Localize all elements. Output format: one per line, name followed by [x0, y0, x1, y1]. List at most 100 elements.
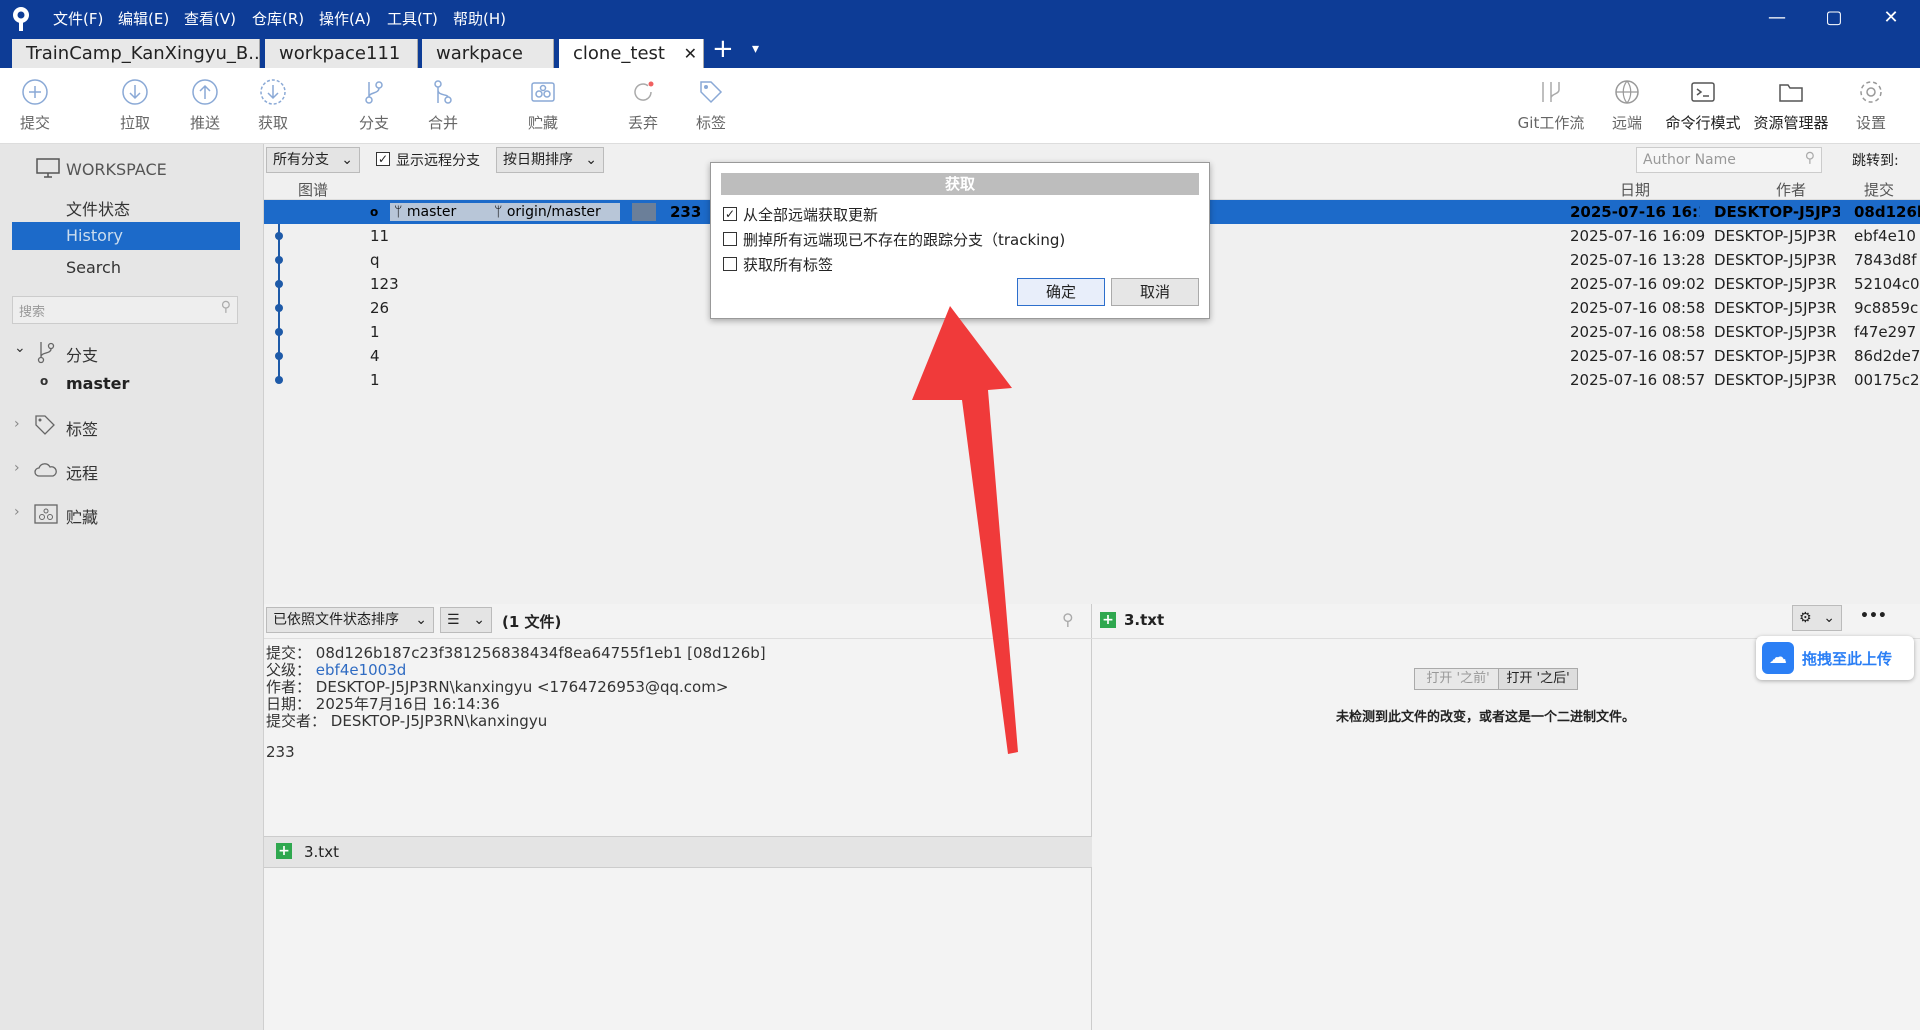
chevron-right-icon[interactable]: › [14, 416, 20, 432]
tab-workpace111[interactable]: workpace111 [265, 39, 418, 68]
commit-hash: 9c8859c [1854, 299, 1919, 317]
column-date[interactable]: 日期 [1620, 179, 1650, 200]
menu-edit[interactable]: 编辑(E) [118, 8, 169, 29]
chevron-right-icon[interactable]: › [14, 460, 20, 476]
branch-master[interactable]: master [66, 374, 129, 393]
menu-help[interactable]: 帮助(H) [453, 8, 506, 29]
commit-label: 提交 [19, 114, 50, 132]
branch-badge-origin-master[interactable]: ᛘ origin/master [490, 203, 620, 221]
menu-view[interactable]: 查看(V) [184, 8, 236, 29]
sort-dropdown[interactable]: 按日期排序 ⌄ [496, 147, 604, 173]
open-before-button[interactable]: 打开 '之前' [1414, 668, 1502, 690]
tab-clone-test[interactable]: clone_test ✕ [559, 39, 704, 68]
fetch-tags-checkbox[interactable] [723, 257, 737, 271]
stash-button[interactable]: 贮藏 [508, 78, 578, 133]
tags-group[interactable]: 标签 [66, 416, 98, 440]
show-remote-checkbox[interactable]: ✓ [376, 152, 390, 166]
sidebar-item-search[interactable]: Search [66, 258, 121, 277]
fetch-button[interactable]: 获取 [238, 78, 308, 133]
commit-hash: 00175c2 [1854, 371, 1920, 389]
jump-to-label[interactable]: 跳转到: [1852, 150, 1899, 170]
terminal-button[interactable]: 命令行模式 [1662, 78, 1744, 133]
changed-file-name: 3.txt [304, 843, 339, 861]
monitor-icon [36, 158, 60, 178]
push-label: 推送 [189, 114, 220, 132]
fetch-dialog: 获取 ✓ 从全部远端获取更新 删掉所有远端现已不存在的跟踪分支（tracking… [710, 162, 1210, 319]
sourcetree-logo-icon [13, 7, 29, 31]
menu-tools[interactable]: 工具(T) [387, 8, 438, 29]
remote-badge-icon [632, 203, 656, 221]
branch-badge-origin-label: origin/master [506, 204, 601, 220]
more-options-button[interactable]: ••• [1860, 608, 1887, 624]
file-sort-dropdown[interactable]: 已依照文件状态排序 ⌄ [266, 607, 434, 633]
open-after-button[interactable]: 打开 '之后' [1498, 668, 1578, 690]
fetch-all-remotes-checkbox[interactable]: ✓ [723, 207, 737, 221]
prune-tracking-checkbox[interactable] [723, 232, 737, 246]
git-flow-button[interactable]: Git工作流 [1516, 78, 1586, 133]
column-author[interactable]: 作者 [1776, 179, 1806, 200]
commit-date: 2025-07-16 08:58 [1570, 299, 1706, 317]
close-tab-icon[interactable]: ✕ [684, 39, 697, 68]
terminal-icon [1691, 82, 1715, 102]
branch-button[interactable]: 分支 [339, 78, 409, 133]
tag-button[interactable]: 标签 [676, 78, 746, 133]
commit-date: 2025-07-16 08:57 [1570, 347, 1706, 365]
stashes-group[interactable]: 贮藏 [66, 504, 98, 528]
sidebar-item-history[interactable]: History [12, 222, 240, 250]
chevron-down-icon: ⌄ [585, 152, 597, 168]
column-commit[interactable]: 提交 [1864, 179, 1894, 200]
merge-button[interactable]: 合并 [408, 78, 478, 133]
author-search-input[interactable]: Author Name ⚲ [1636, 147, 1822, 173]
menu-file[interactable]: 文件(F) [53, 8, 103, 29]
discard-button[interactable]: 丢弃 [608, 78, 678, 133]
commit-button[interactable]: 提交 [0, 78, 70, 133]
remotes-group[interactable]: 远程 [66, 460, 98, 484]
commit-message: 233 [670, 203, 702, 221]
sidebar-item-file-status[interactable]: 文件状态 [66, 196, 130, 220]
ok-button[interactable]: 确定 [1017, 278, 1105, 306]
sidebar-search-input[interactable]: 搜索 ⚲ [12, 296, 238, 324]
settings-button[interactable]: 设置 [1836, 78, 1906, 133]
add-tab-button[interactable]: + [712, 34, 734, 64]
menu-repo[interactable]: 仓库(R) [252, 8, 304, 29]
column-graph[interactable]: 图谱 [298, 179, 328, 200]
commit-row[interactable]: 1 2025-07-16 08:57 DESKTOP-J5JP3R 00175c… [264, 368, 1920, 392]
commit-author: DESKTOP-J5JP3R [1714, 227, 1837, 245]
explorer-button[interactable]: 资源管理器 [1750, 78, 1832, 133]
commit-row[interactable]: 4 2025-07-16 08:57 DESKTOP-J5JP3R 86d2de… [264, 344, 1920, 368]
chevron-down-icon[interactable]: ⌄ [14, 340, 26, 356]
branch-filter-value: 所有分支 [273, 152, 329, 168]
annotation-arrow [912, 306, 1018, 754]
menu-actions[interactable]: 操作(A) [319, 8, 371, 29]
push-button[interactable]: 推送 [170, 78, 240, 133]
commit-row[interactable]: 1 2025-07-16 08:58 DESKTOP-J5JP3R f47e29… [264, 320, 1920, 344]
diff-options-dropdown[interactable]: ⚙ ⌄ [1792, 605, 1842, 631]
explorer-label: 资源管理器 [1753, 114, 1829, 132]
upload-drop-widget[interactable]: ☁ 拖拽至此上传 [1756, 636, 1914, 680]
cancel-button[interactable]: 取消 [1111, 278, 1199, 306]
remote-button[interactable]: 远端 [1592, 78, 1662, 133]
tab-traincamp[interactable]: TrainCamp_KanXingyu_B... [12, 39, 260, 68]
branches-group[interactable]: 分支 [66, 342, 98, 366]
pull-button[interactable]: 拉取 [100, 78, 170, 133]
search-icon[interactable]: ⚲ [1062, 610, 1074, 629]
tab-list-dropdown-icon[interactable]: ▾ [752, 41, 759, 57]
commit-body: 233 [266, 743, 295, 761]
list-mode-dropdown[interactable]: ☰ ⌄ [440, 607, 492, 633]
chevron-right-icon[interactable]: › [14, 504, 20, 520]
head-dot-icon: o [370, 205, 379, 219]
commit-date: 2025-07-16 16:14 [1570, 203, 1700, 221]
branch-badge-master[interactable]: ᛘ master [390, 203, 490, 221]
sidebar-item-history-label: History [66, 226, 123, 245]
tag-label: 标签 [695, 114, 726, 132]
commit-hash: f47e297 [1854, 323, 1917, 341]
tab-warkpace[interactable]: warkpace [422, 39, 554, 68]
maximize-button[interactable]: ▢ [1819, 6, 1849, 30]
close-window-button[interactable]: ✕ [1876, 6, 1906, 30]
branch-filter-dropdown[interactable]: 所有分支 ⌄ [266, 147, 360, 173]
commit-message: 1 [370, 371, 380, 389]
sidebar: WORKSPACE 文件状态 History Search 搜索 ⚲ ⌄ 分支 … [0, 144, 264, 1030]
minimize-button[interactable]: — [1762, 6, 1792, 30]
changed-file-row[interactable]: + 3.txt [264, 836, 1092, 868]
diff-file-name: 3.txt [1124, 611, 1165, 629]
